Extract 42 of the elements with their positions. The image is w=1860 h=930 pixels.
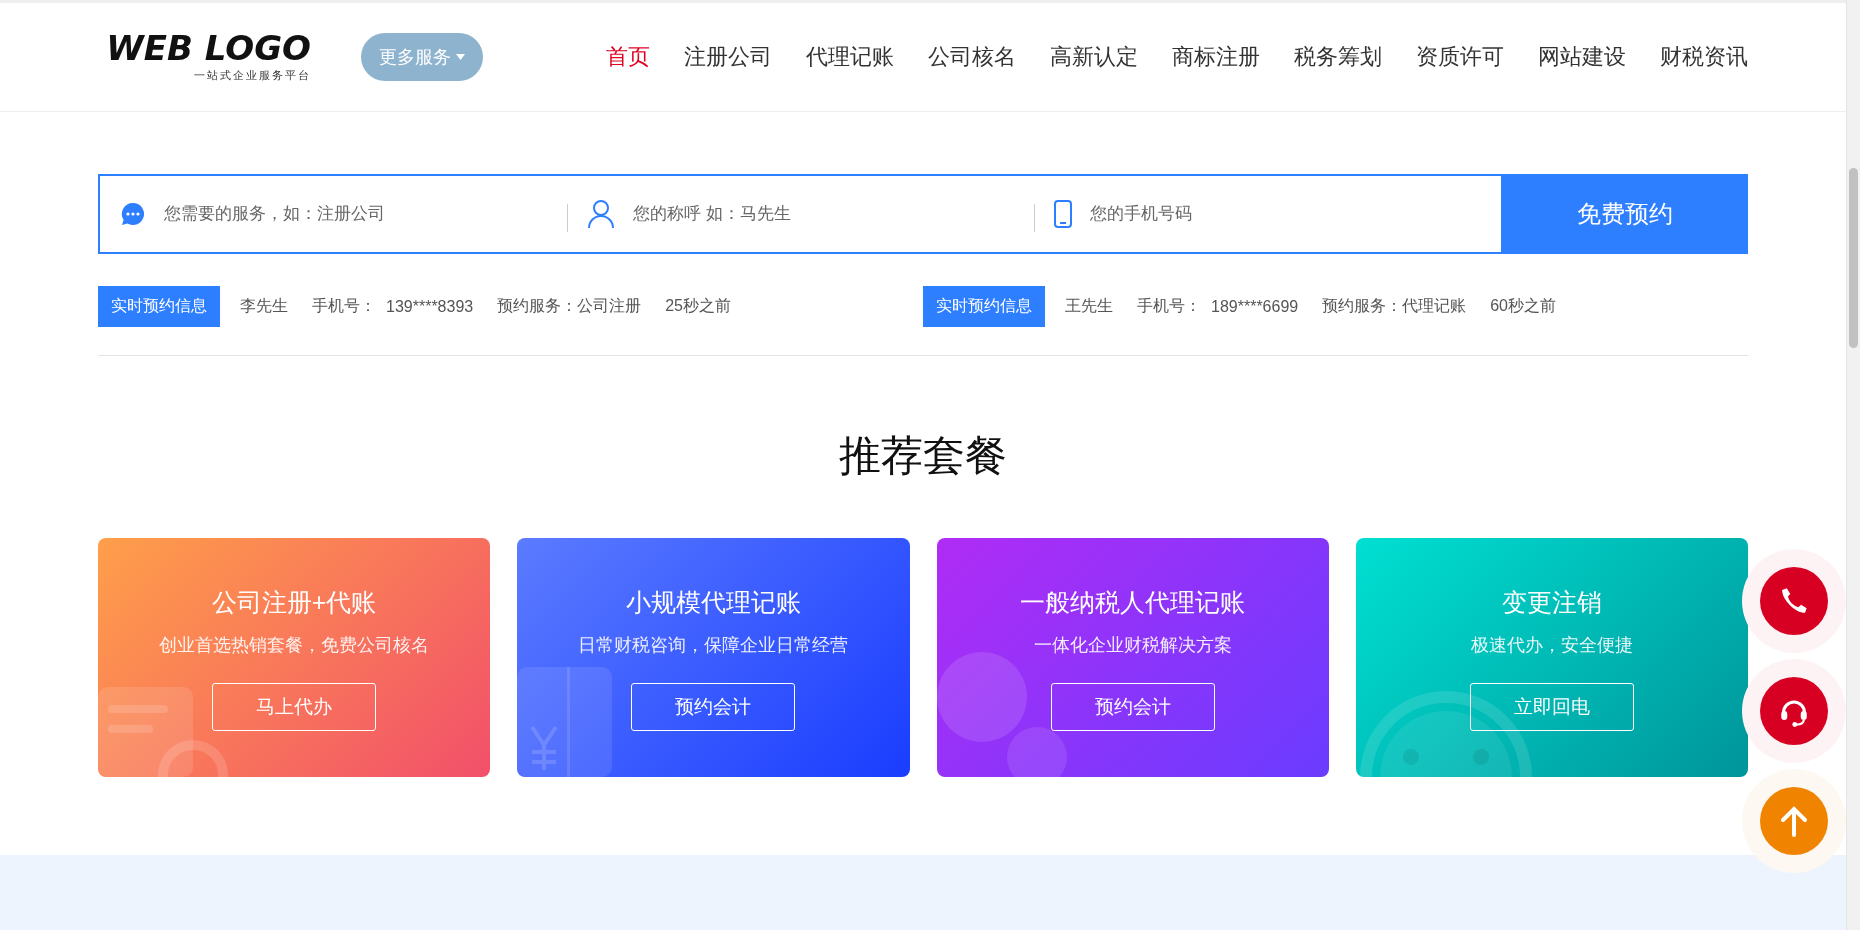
person-icon	[587, 199, 615, 229]
section-title: 推荐套餐	[838, 431, 1008, 481]
nav-link[interactable]: 税务筹划	[1294, 42, 1382, 72]
card-title: 小规模代理记账	[625, 587, 801, 618]
chat-bubble-icon	[120, 201, 146, 227]
nav-link[interactable]: 网站建设	[1538, 42, 1626, 72]
time-text: 25秒之前	[665, 296, 731, 316]
time-text: 60秒之前	[1490, 296, 1556, 316]
submit-button[interactable]: 免费预约	[1501, 174, 1748, 254]
card-subtitle: 日常财税咨询，保障企业日常经营	[578, 634, 849, 657]
logo-tagline: 一站式企业服务平台	[194, 68, 311, 83]
customer-name: 王先生	[1065, 296, 1113, 316]
nav-link[interactable]: 财税资讯	[1660, 42, 1748, 72]
phone-number: 189****6699	[1211, 297, 1299, 316]
mobile-phone-icon	[1054, 200, 1072, 228]
realtime-badge: 实时预约信息	[923, 286, 1045, 327]
nav-link[interactable]: 代理记账	[806, 42, 894, 72]
card-subtitle: 极速代办，安全便捷	[1470, 634, 1633, 657]
service-text: 预约服务：代理记账	[1322, 296, 1467, 316]
card-title: 公司注册+代账	[211, 587, 377, 618]
card-action-button[interactable]: 预约会计	[1050, 683, 1215, 731]
card-subtitle: 一体化企业财税解决方案	[1033, 634, 1232, 657]
nav-link[interactable]: 资质许可	[1416, 42, 1504, 72]
card-title: 变更注销	[1501, 587, 1602, 618]
logo-wordmark[interactable]: WEB LOGO	[106, 31, 311, 65]
phone-number: 139****8393	[386, 297, 474, 316]
nav-link[interactable]: 商标注册	[1172, 42, 1260, 72]
phone-label: 手机号：	[312, 296, 376, 316]
card-title: 一般纳税人代理记账	[1020, 587, 1246, 618]
card-subtitle: 创业首选热销套餐，免费公司核名	[159, 634, 430, 657]
scrollbar[interactable]	[1846, 0, 1860, 930]
nav-link[interactable]: 公司核名	[928, 42, 1016, 72]
phone-label: 手机号：	[1137, 296, 1201, 316]
up-arrow-icon	[1779, 805, 1809, 837]
card-action-button[interactable]: 预约会计	[631, 683, 796, 731]
nav-link[interactable]: 首页	[606, 42, 650, 72]
service-text: 预约服务：公司注册	[497, 296, 642, 316]
customer-name: 李先生	[240, 296, 288, 316]
realtime-badge: 实时预约信息	[98, 286, 220, 327]
caret-icon	[456, 54, 465, 60]
nav-link[interactable]: 注册公司	[684, 42, 772, 72]
nav-link[interactable]: 高新认定	[1050, 42, 1138, 72]
